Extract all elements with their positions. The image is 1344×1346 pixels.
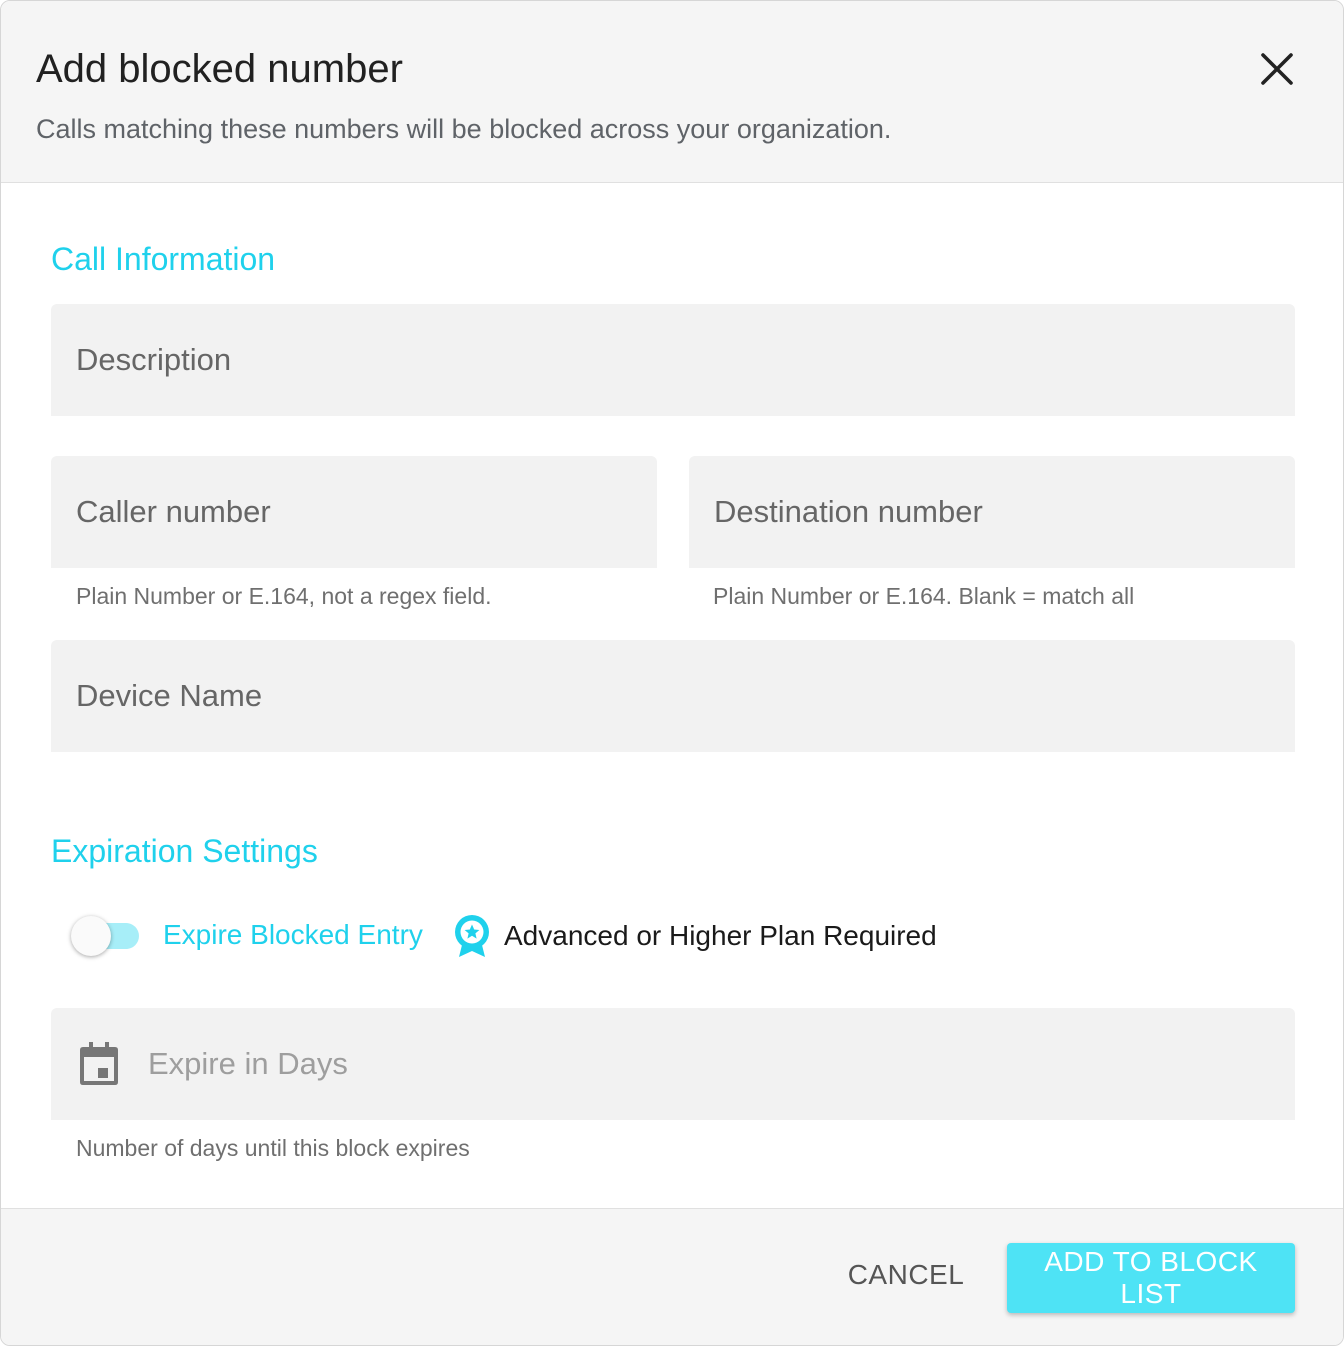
call-information-heading: Call Information [51, 241, 276, 277]
add-to-block-list-button[interactable]: ADD TO BLOCK LIST [1007, 1243, 1295, 1313]
device-name-field [51, 640, 1295, 752]
toggle-thumb [71, 916, 111, 956]
destination-number-field [689, 456, 1295, 568]
expiration-settings-heading: Expiration Settings [51, 833, 318, 869]
close-button[interactable] [1253, 45, 1301, 93]
dialog-title: Add blocked number [36, 47, 403, 91]
destination-number-helper: Plain Number or E.164. Blank = match all [713, 583, 1135, 609]
dialog-header: Add blocked number Calls matching these … [1, 1, 1343, 183]
dialog-footer: CANCEL ADD TO BLOCK LIST [1, 1208, 1343, 1345]
dialog-subtitle: Calls matching these numbers will be blo… [36, 114, 892, 144]
description-field [51, 304, 1295, 416]
device-name-input[interactable] [51, 640, 1295, 752]
caller-number-helper: Plain Number or E.164, not a regex field… [76, 583, 492, 609]
description-input[interactable] [51, 304, 1295, 416]
plan-required-text: Advanced or Higher Plan Required [504, 920, 937, 951]
add-blocked-number-dialog: Add blocked number Calls matching these … [0, 0, 1344, 1346]
expire-blocked-entry-toggle[interactable] [71, 916, 141, 956]
cancel-button[interactable]: CANCEL [831, 1245, 981, 1305]
caller-number-field [51, 456, 657, 568]
close-icon [1261, 53, 1293, 85]
expire-in-days-field [51, 1008, 1295, 1120]
destination-number-input[interactable] [689, 456, 1295, 568]
expire-blocked-entry-label[interactable]: Expire Blocked Entry [163, 917, 423, 953]
expire-in-days-helper: Number of days until this block expires [76, 1135, 470, 1161]
award-badge-icon [455, 915, 489, 957]
caller-number-input[interactable] [51, 456, 657, 568]
expire-in-days-input[interactable] [51, 1008, 1295, 1120]
